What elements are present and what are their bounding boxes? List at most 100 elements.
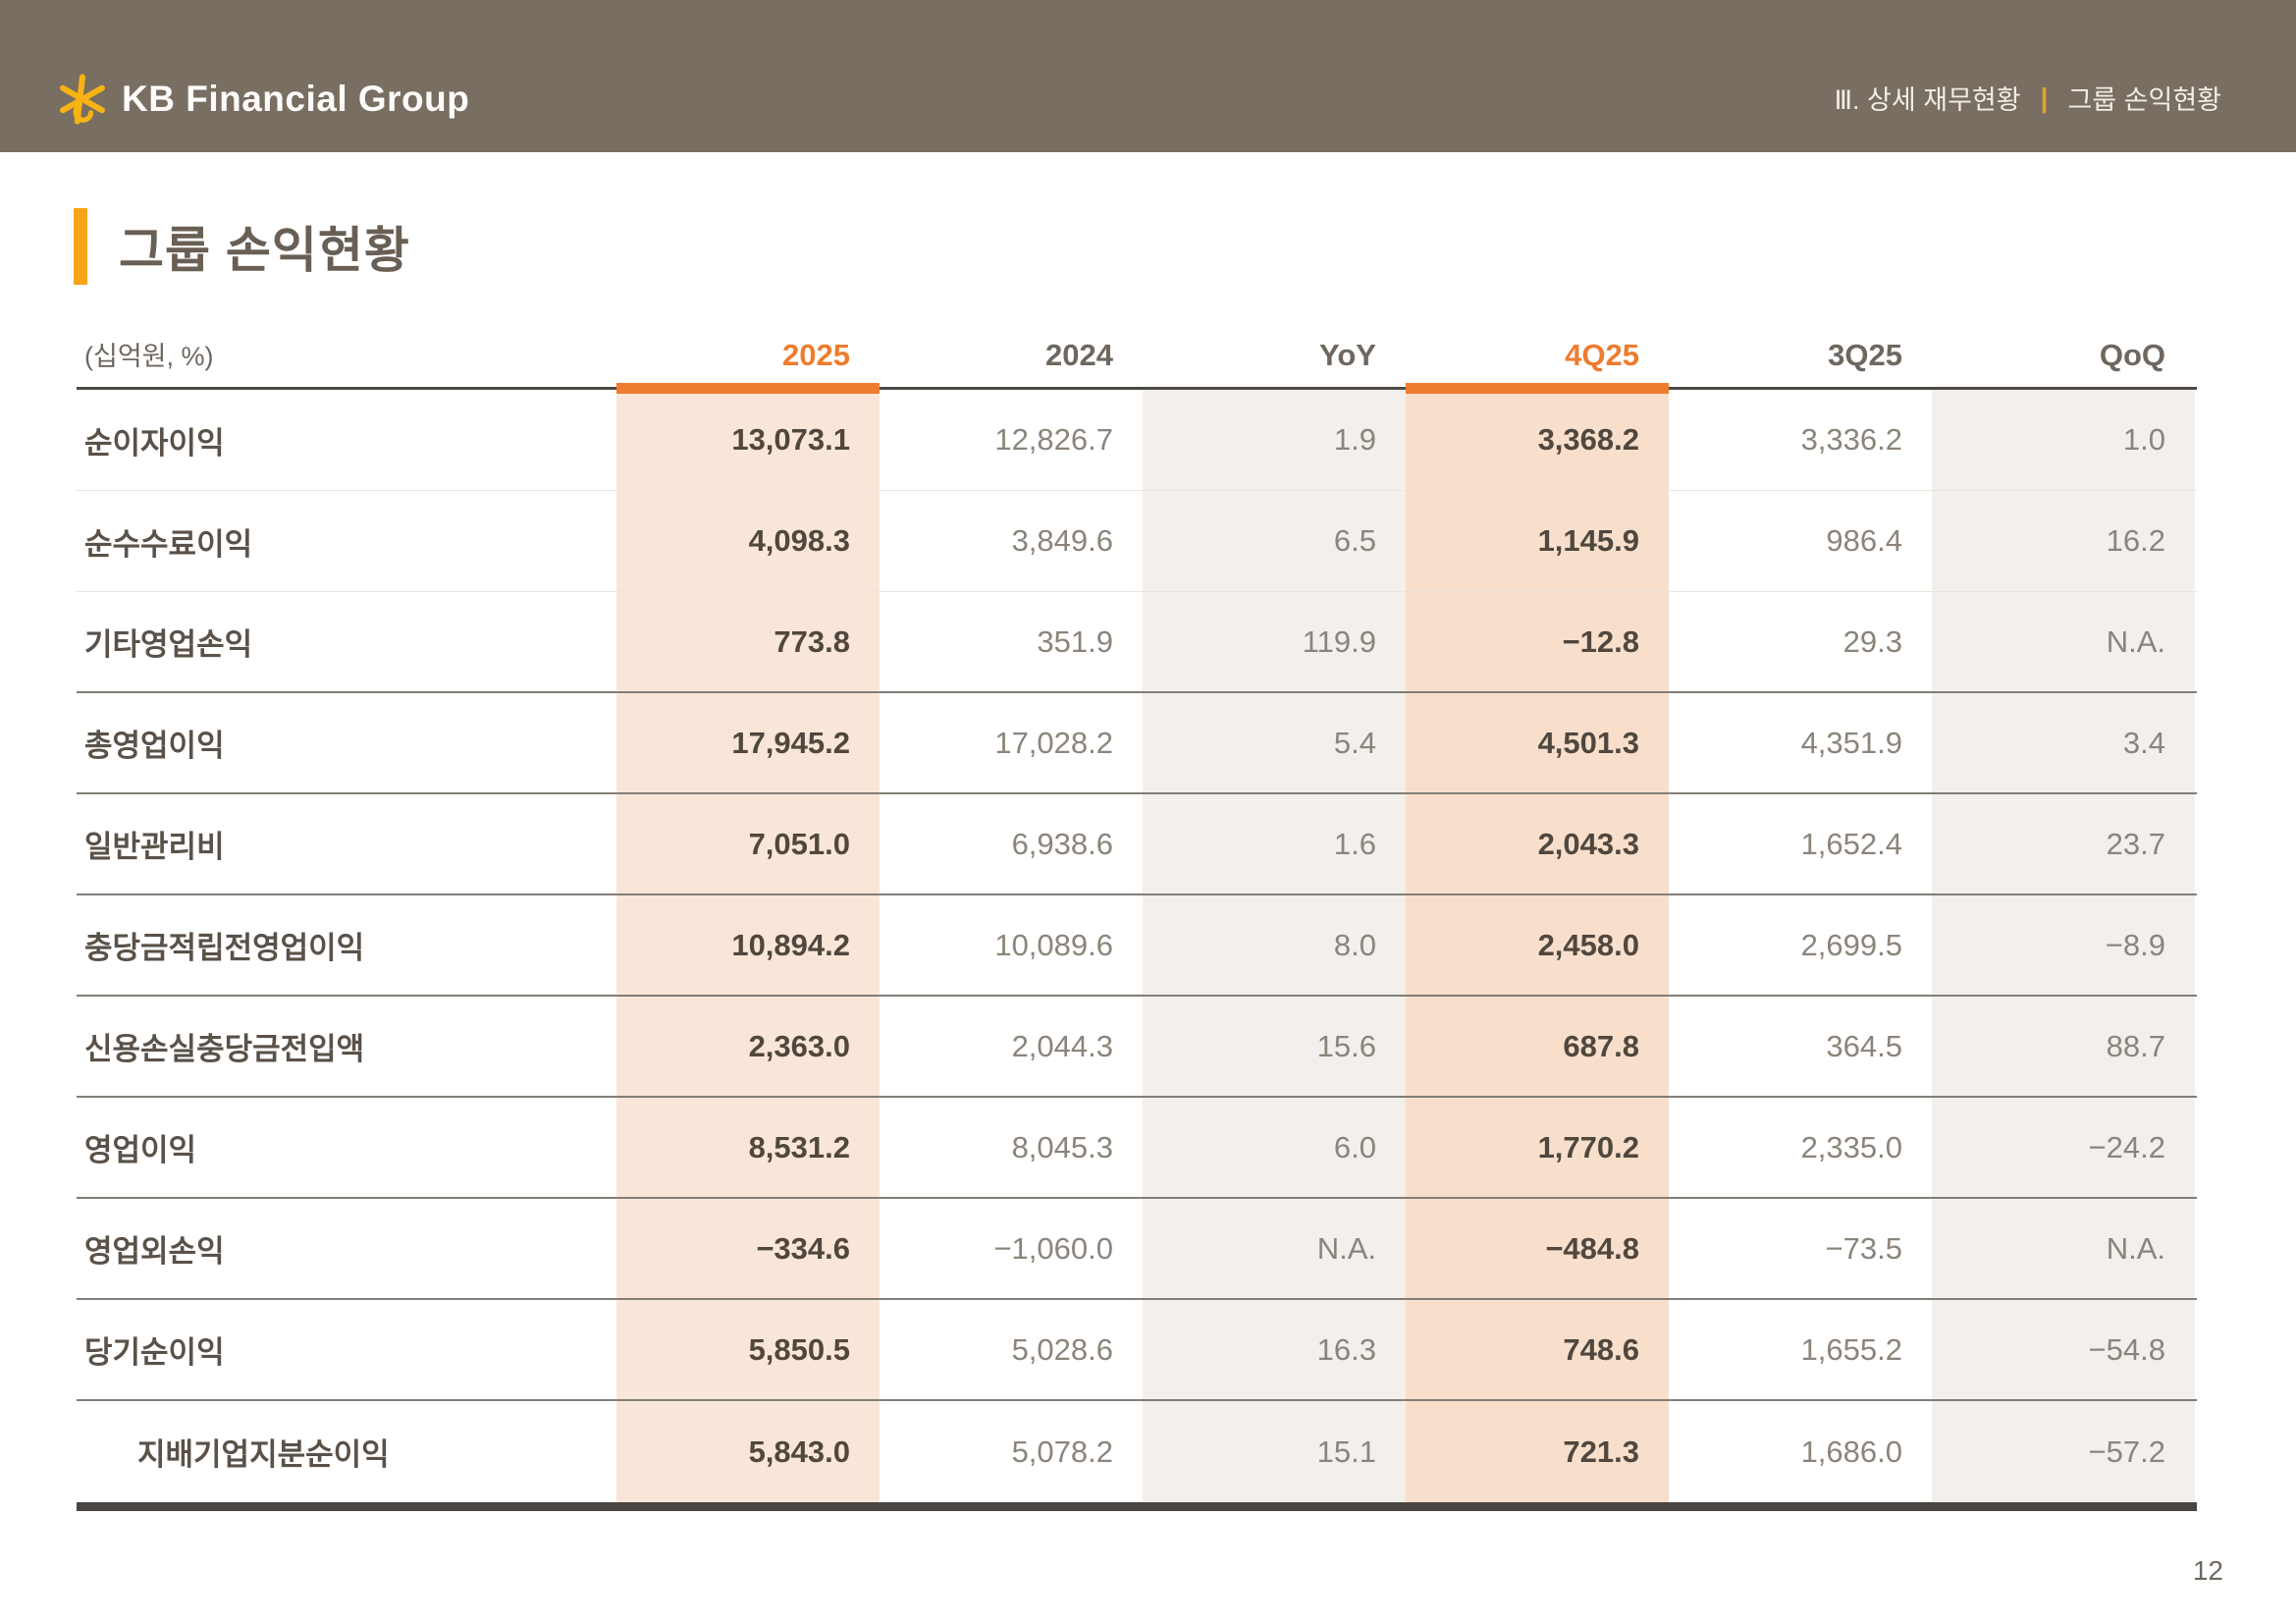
kb-logo: KB Financial Group <box>57 74 469 125</box>
cell-4q25: 2,458.0 <box>1406 895 1669 995</box>
cell-3q25: 986.4 <box>1669 491 1932 591</box>
table-body: 순이자이익13,073.112,826.71.93,368.23,336.21.… <box>77 390 2197 1511</box>
cell-2024: 2,044.3 <box>880 997 1143 1096</box>
cell-4q25: −12.8 <box>1406 592 1669 691</box>
cell-2024: 3,849.6 <box>880 491 1143 591</box>
cell-2025: −334.6 <box>616 1199 880 1298</box>
cell-2024: 5,028.6 <box>880 1300 1143 1399</box>
cell-qoq: N.A. <box>1932 1199 2195 1298</box>
cell-2024: 5,078.2 <box>880 1401 1143 1502</box>
cell-3q25: 29.3 <box>1669 592 1932 691</box>
table-row: 기타영업손익773.8351.9119.9−12.829.3N.A. <box>77 592 2197 693</box>
row-label: 기타영업손익 <box>77 592 616 691</box>
cell-4q25: 2,043.3 <box>1406 794 1669 893</box>
column-header-2025: 2025 <box>616 338 880 373</box>
row-label: 순수수료이익 <box>77 491 616 591</box>
cell-yoy: 6.5 <box>1143 491 1406 591</box>
table-row: 총영업이익17,945.217,028.25.44,501.34,351.93.… <box>77 693 2197 794</box>
cell-4q25: 721.3 <box>1406 1401 1669 1502</box>
cell-yoy: 16.3 <box>1143 1300 1406 1399</box>
cell-2025: 5,850.5 <box>616 1300 880 1399</box>
cell-qoq: −54.8 <box>1932 1300 2195 1399</box>
table-row: 충당금적립전영업이익10,894.210,089.68.02,458.02,69… <box>77 895 2197 997</box>
kb-star-icon <box>57 74 108 125</box>
cell-2024: 12,826.7 <box>880 390 1143 490</box>
cell-2025: 773.8 <box>616 592 880 691</box>
breadcrumb-separator: | <box>2041 82 2049 114</box>
cell-qoq: 3.4 <box>1932 693 2195 792</box>
top-bar: KB Financial Group Ⅲ. 상세 재무현황 | 그룹 손익현황 <box>0 0 2296 152</box>
cell-2024: 10,089.6 <box>880 895 1143 995</box>
cell-yoy: 6.0 <box>1143 1098 1406 1197</box>
cell-3q25: 2,699.5 <box>1669 895 1932 995</box>
cell-qoq: 1.0 <box>1932 390 2195 490</box>
cell-2025: 2,363.0 <box>616 997 880 1096</box>
cell-3q25: 3,336.2 <box>1669 390 1932 490</box>
column-header-3q25: 3Q25 <box>1669 338 1932 373</box>
cell-4q25: 748.6 <box>1406 1300 1669 1399</box>
table-row: 일반관리비7,051.06,938.61.62,043.31,652.423.7 <box>77 794 2197 895</box>
table-row: 순수수료이익4,098.33,849.66.51,145.9986.416.2 <box>77 491 2197 592</box>
cell-4q25: 687.8 <box>1406 997 1669 1096</box>
table-row: 지배기업지분순이익5,843.05,078.215.1721.31,686.0−… <box>77 1401 2197 1502</box>
table-row: 영업외손익−334.6−1,060.0N.A.−484.8−73.5N.A. <box>77 1199 2197 1300</box>
cell-yoy: 5.4 <box>1143 693 1406 792</box>
title-accent-bar <box>74 208 87 285</box>
cell-2025: 8,531.2 <box>616 1098 880 1197</box>
cell-2025: 17,945.2 <box>616 693 880 792</box>
cell-qoq: 88.7 <box>1932 997 2195 1096</box>
cell-4q25: 1,770.2 <box>1406 1098 1669 1197</box>
row-label: 당기순이익 <box>77 1300 616 1399</box>
cell-4q25: −484.8 <box>1406 1199 1669 1298</box>
column-header-yoy: YoY <box>1143 338 1406 373</box>
table-row: 신용손실충당금전입액2,363.02,044.315.6687.8364.588… <box>77 997 2197 1098</box>
page-title: 그룹 손익현황 <box>119 211 410 282</box>
header-rule <box>77 387 2197 390</box>
row-label: 지배기업지분순이익 <box>77 1401 616 1502</box>
row-label: 영업이익 <box>77 1098 616 1197</box>
cell-2024: 6,938.6 <box>880 794 1143 893</box>
cell-yoy: 1.6 <box>1143 794 1406 893</box>
cell-2024: 17,028.2 <box>880 693 1143 792</box>
cell-yoy: 119.9 <box>1143 592 1406 691</box>
cell-3q25: −73.5 <box>1669 1199 1932 1298</box>
cell-yoy: 8.0 <box>1143 895 1406 995</box>
table-row: 당기순이익5,850.55,028.616.3748.61,655.2−54.8 <box>77 1300 2197 1401</box>
cell-qoq: 23.7 <box>1932 794 2195 893</box>
column-header-4q25: 4Q25 <box>1406 338 1669 373</box>
cell-3q25: 364.5 <box>1669 997 1932 1096</box>
cell-yoy: 1.9 <box>1143 390 1406 490</box>
row-label: 순이자이익 <box>77 390 616 490</box>
cell-3q25: 1,686.0 <box>1669 1401 1932 1502</box>
cell-yoy: 15.1 <box>1143 1401 1406 1502</box>
breadcrumb-section: Ⅲ. 상세 재무현황 <box>1834 79 2020 117</box>
logo-text: KB Financial Group <box>122 79 469 120</box>
cell-3q25: 1,652.4 <box>1669 794 1932 893</box>
income-statement-table: (십억원, %) 20252024YoY4Q253Q25QoQ 순이자이익13,… <box>77 322 2197 1511</box>
cell-qoq: −8.9 <box>1932 895 2195 995</box>
column-header-2024: 2024 <box>880 338 1143 373</box>
title-block: 그룹 손익현황 <box>74 208 410 285</box>
row-label: 총영업이익 <box>77 693 616 792</box>
cell-2025: 4,098.3 <box>616 491 880 591</box>
table-row: 영업이익8,531.28,045.36.01,770.22,335.0−24.2 <box>77 1098 2197 1199</box>
highlight-bar-4q25 <box>1406 383 1669 394</box>
cell-4q25: 1,145.9 <box>1406 491 1669 591</box>
cell-qoq: 16.2 <box>1932 491 2195 591</box>
table-row: 순이자이익13,073.112,826.71.93,368.23,336.21.… <box>77 390 2197 491</box>
cell-4q25: 3,368.2 <box>1406 390 1669 490</box>
cell-2025: 13,073.1 <box>616 390 880 490</box>
cell-2025: 7,051.0 <box>616 794 880 893</box>
page-number: 12 <box>2193 1555 2223 1587</box>
cell-qoq: −57.2 <box>1932 1401 2195 1502</box>
row-label: 충당금적립전영업이익 <box>77 895 616 995</box>
row-label: 신용손실충당금전입액 <box>77 997 616 1096</box>
cell-yoy: 15.6 <box>1143 997 1406 1096</box>
row-label: 영업외손익 <box>77 1199 616 1298</box>
cell-qoq: −24.2 <box>1932 1098 2195 1197</box>
cell-2024: −1,060.0 <box>880 1199 1143 1298</box>
cell-3q25: 1,655.2 <box>1669 1300 1932 1399</box>
cell-3q25: 4,351.9 <box>1669 693 1932 792</box>
table-header-row: (십억원, %) 20252024YoY4Q253Q25QoQ <box>77 322 2197 387</box>
highlight-bar-2025 <box>616 383 880 394</box>
